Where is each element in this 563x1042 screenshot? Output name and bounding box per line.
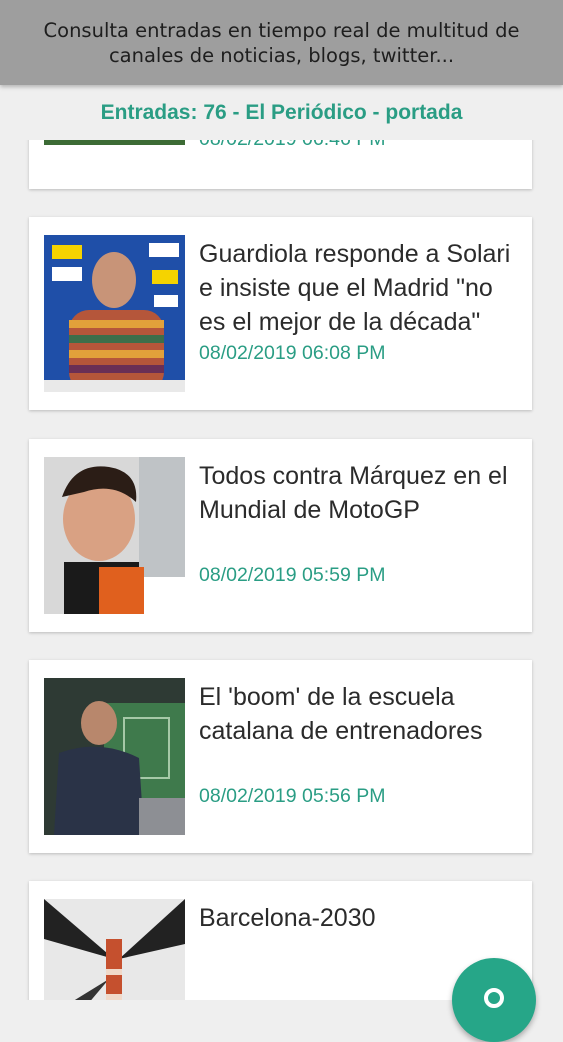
- app-description-banner: Consulta entradas en tiempo real de mult…: [0, 0, 563, 85]
- entry-title: Guardiola responde a Solari e insiste qu…: [199, 240, 511, 336]
- entry-title: Barcelona-2030: [199, 904, 376, 932]
- header-title: Entradas: 76 - El Periódico - portada: [100, 101, 463, 124]
- entry-thumbnail: [44, 899, 185, 1000]
- entries-list[interactable]: 08/02/2019 06:46 PM Guardiola responde a…: [0, 0, 563, 1000]
- entry-card[interactable]: Todos contra Márquez en el Mundial de Mo…: [29, 439, 532, 632]
- refresh-button[interactable]: [452, 958, 536, 1042]
- entry-card[interactable]: Guardiola responde a Solari e insiste qu…: [29, 217, 532, 410]
- entry-thumbnail: [44, 457, 185, 614]
- refresh-icon: [484, 988, 504, 1008]
- entry-date: 08/02/2019 05:59 PM: [199, 564, 386, 586]
- feed-header: Entradas: 76 - El Periódico - portada: [0, 85, 563, 140]
- banner-text: Consulta entradas en tiempo real de mult…: [43, 18, 520, 67]
- entry-title: Todos contra Márquez en el Mundial de Mo…: [199, 462, 508, 524]
- entry-date: 08/02/2019 05:56 PM: [199, 785, 386, 807]
- entry-thumbnail: [44, 235, 185, 392]
- entry-title: El 'boom' de la escuela catalana de entr…: [199, 683, 483, 745]
- entry-card[interactable]: El 'boom' de la escuela catalana de entr…: [29, 660, 532, 853]
- entry-thumbnail: [44, 678, 185, 835]
- entry-date: 08/02/2019 06:08 PM: [199, 342, 386, 364]
